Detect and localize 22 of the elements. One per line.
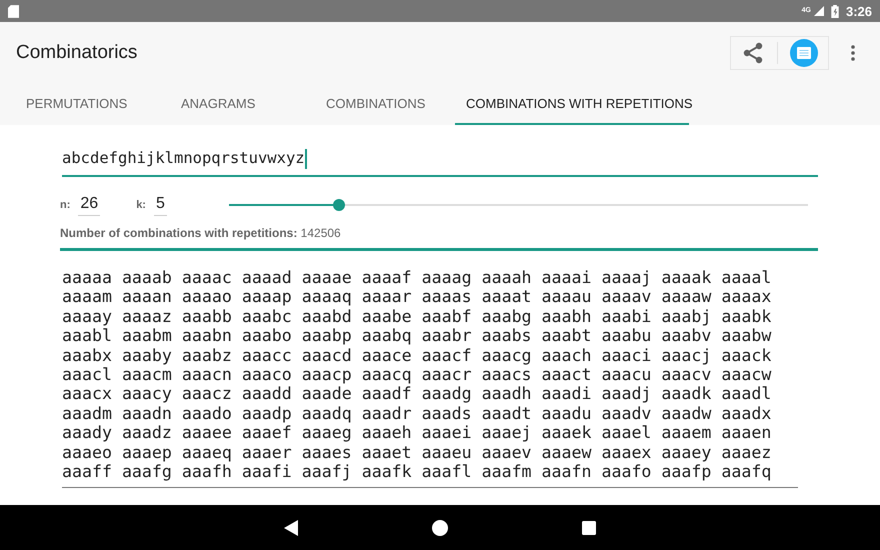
slider-thumb[interactable] xyxy=(332,199,345,211)
n-field[interactable]: 26 xyxy=(78,194,100,216)
share-icon[interactable] xyxy=(741,41,765,65)
more-icon[interactable] xyxy=(851,45,855,61)
back-icon[interactable] xyxy=(284,520,298,536)
sd-card-icon xyxy=(8,4,19,18)
signal-icon xyxy=(814,6,824,16)
k-field[interactable]: 5 xyxy=(154,194,167,216)
home-icon[interactable] xyxy=(432,520,448,536)
results-text-area: aaaaa aaaab aaaac aaaad aaaae aaaaf aaaag aaaah aaaai aaaaj aaaak aaaal aaaam aaaan aaaao aaaap aaaaq aaaar aaaas aaaat aaaau aaaav aaaaw aaaax aaaay aaaaz aaabb aaabc aaabd aaabe aaabf aaabg aaabh aaabi aaabj aaabk aaabl aaabm aaabn aaabo aaabp aaabq aaabr aaabs aaabt aaabu aaabv aaabw aaabx aaaby aaabz aaacc aaacd aaace aaacf aaacg aaach aaaci aaacj aaack aaacl aaacm aaacn aaaco aaacp aaacq aaacr aaacs aaact aaacu aaacv aaacw aaacx aaacy aaacz aaadd aaade aaadf aaadg aaadh aaadi aaadj aaadk aaadl aaadm aaadn aaado aaadp aaadq aaadr aaads aaadt aaadu aaadv aaadw aaadx aaady aaadz aaaee aaaef aaaeg aaaeh aaaei aaaej aaaek aaael aaaem aaaen aaaeo aaaep aaaeq aaaer aaaes aaaet aaaeu aaaev aaaew aaaex aaaey aaaez aaaff aaafg aaafh aaafi aaafj aaafk aaafl aaafm aaafn aaafo aaafp aaafq xyxy=(62,268,798,488)
battery-icon xyxy=(830,4,839,18)
tab[interactable]: ANAGRAMS xyxy=(165,84,310,125)
app-title: Combinatorics xyxy=(16,42,138,64)
tab[interactable]: COMBINATIONS xyxy=(310,84,455,125)
count-text: Number of combinations with repetitions: 142506 xyxy=(60,226,342,240)
n-label: n: xyxy=(60,199,70,211)
k-label: k: xyxy=(136,199,146,211)
recents-icon[interactable] xyxy=(582,520,596,534)
input-field[interactable]: abcdefghijklmnopqrstuvwxyz xyxy=(62,149,818,177)
message-icon[interactable] xyxy=(790,39,818,67)
clock: 3:26 xyxy=(846,4,872,18)
tab[interactable]: PERMUTATIONS xyxy=(10,84,165,125)
